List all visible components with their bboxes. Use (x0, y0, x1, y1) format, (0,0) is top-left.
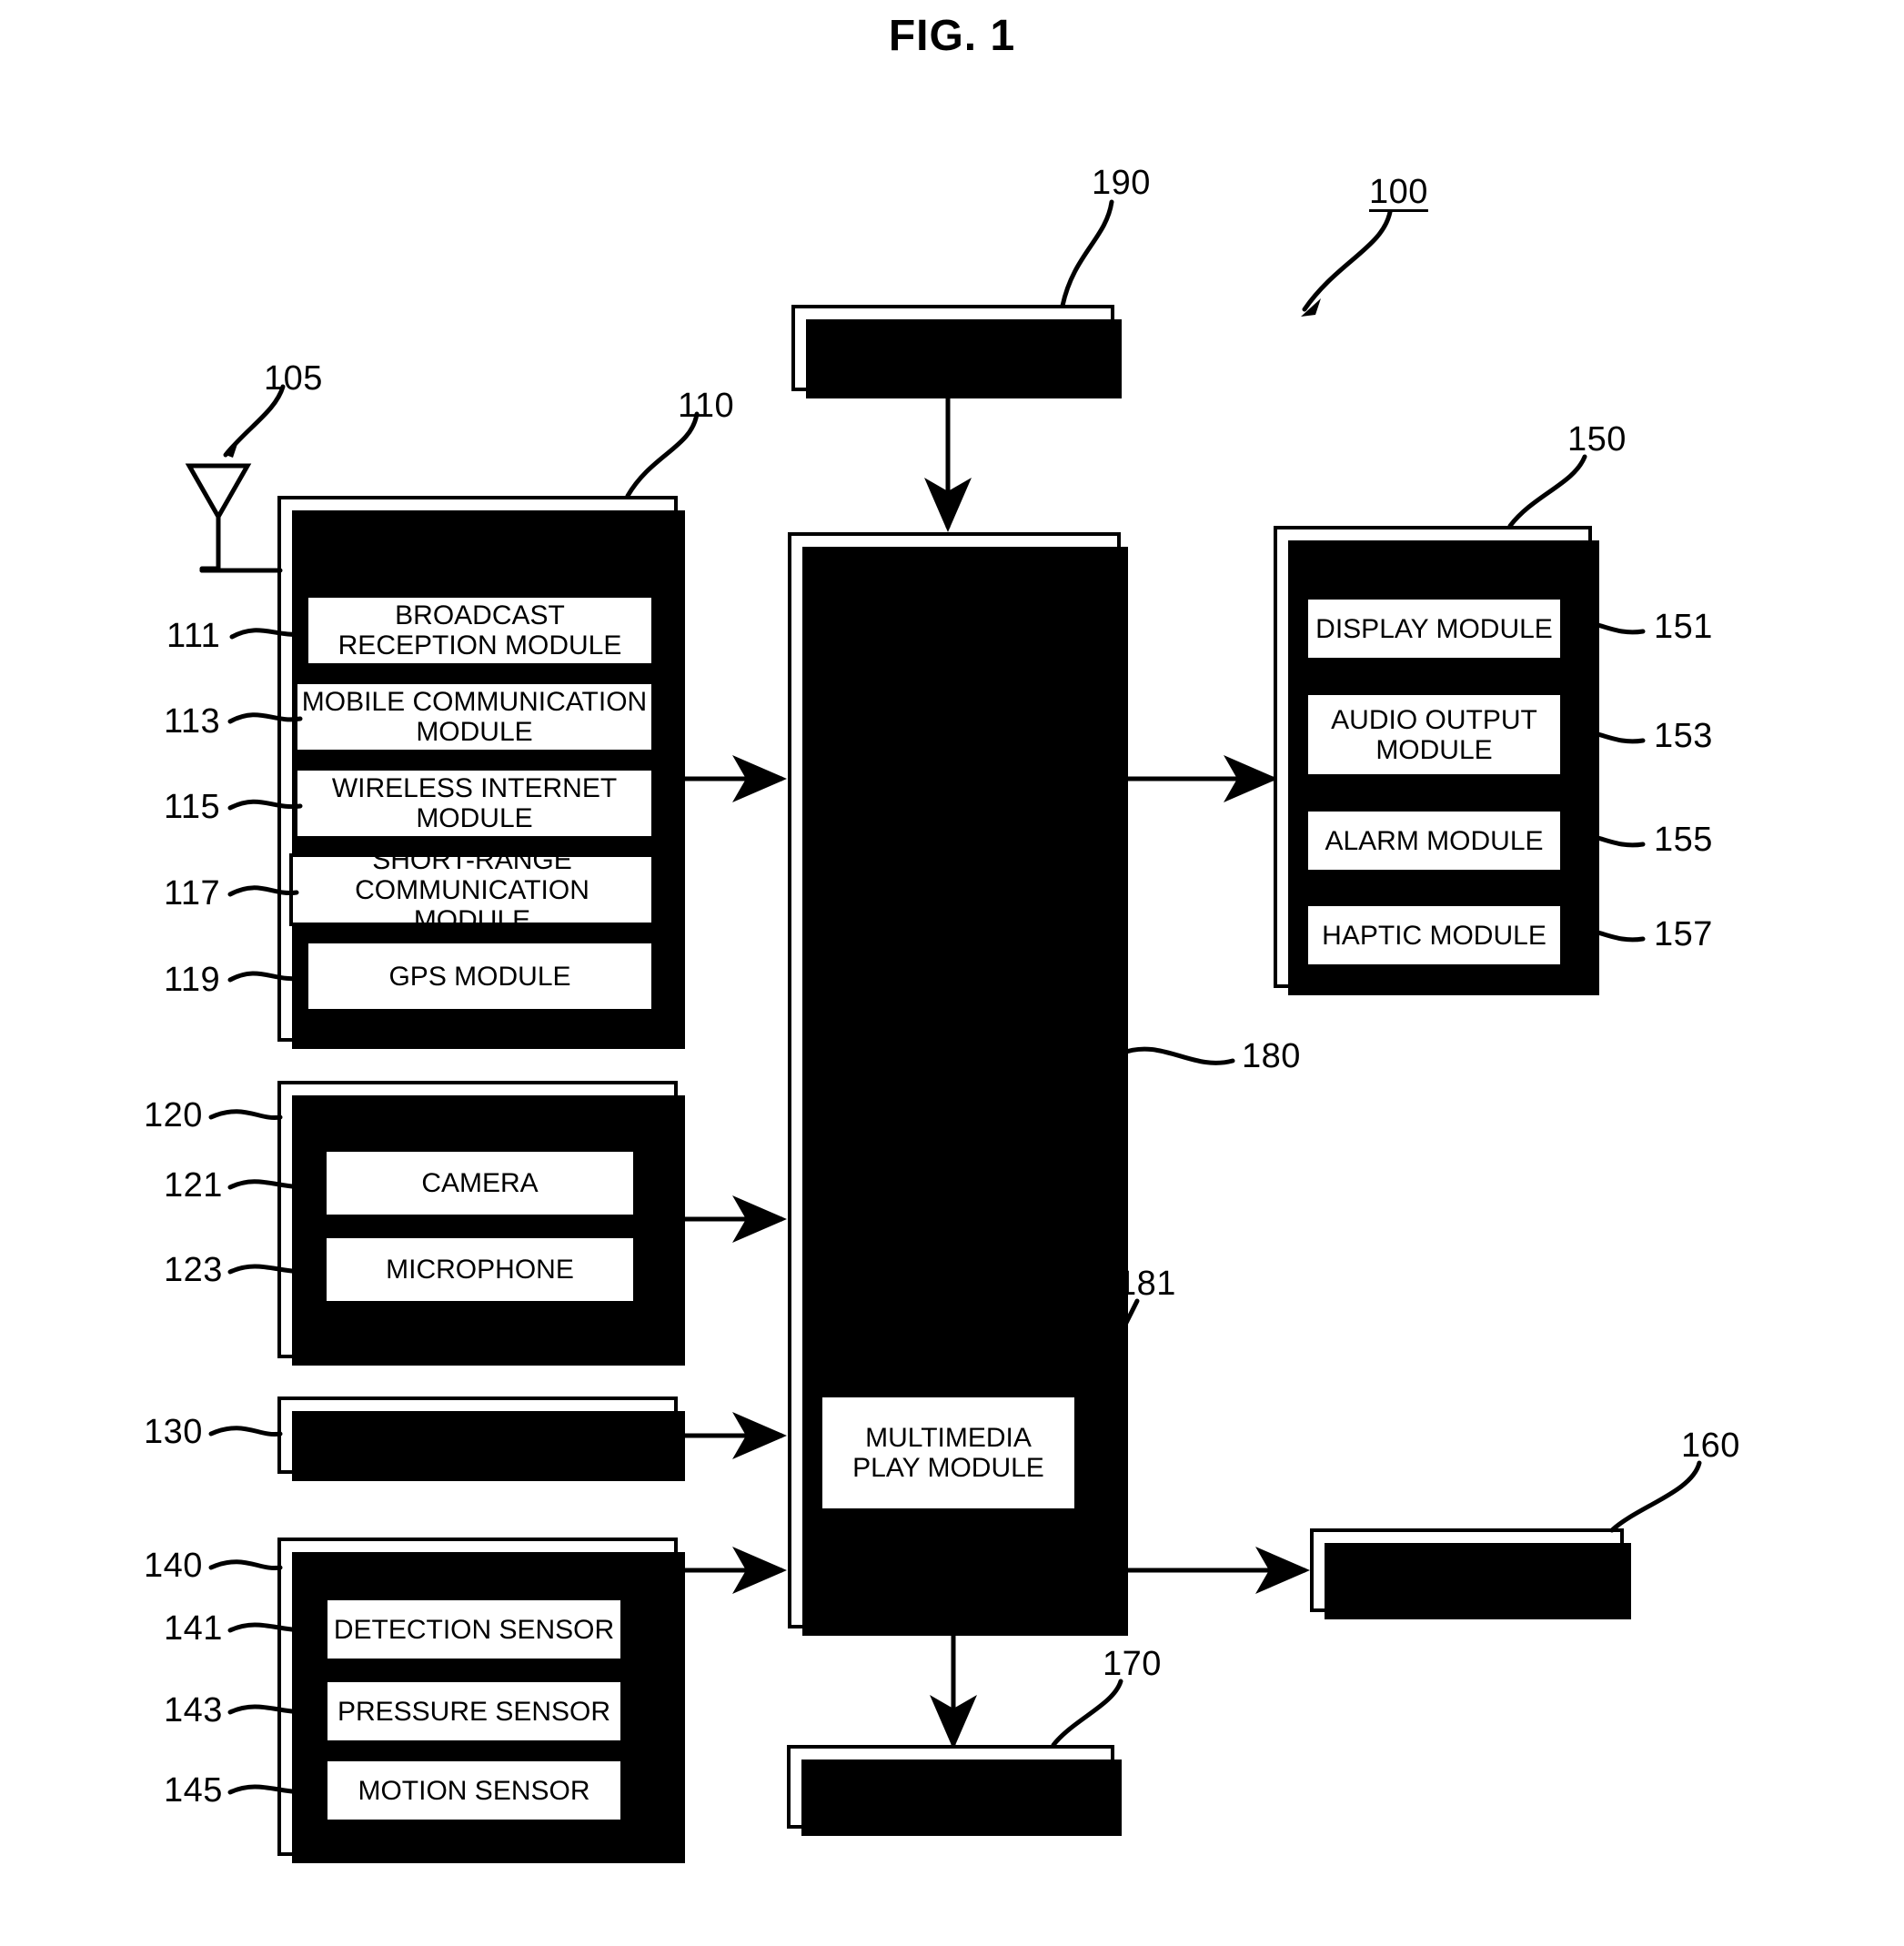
sensing-unit-title: SENSING UNIT (377, 1557, 579, 1588)
mobile-communication-module-label-line2: MODULE (416, 717, 533, 747)
mobile-communication-module-label-line1: MOBILE COMMUNICATION (301, 687, 648, 717)
gps-module-box: GPS MODULE (305, 940, 655, 1013)
motion-sensor-label: MOTION SENSOR (358, 1775, 590, 1806)
leader-110 (625, 411, 700, 499)
user-input-unit-box: USER INPUT UNIT (277, 1396, 685, 1481)
display-module-label: DISPLAY MODULE (1315, 613, 1553, 644)
memory-box: MEMORY (1310, 1528, 1631, 1619)
detection-sensor-box: DETECTION SENSOR (324, 1597, 624, 1662)
power-supply-unit-label: POWER SUPPLY UNIT (809, 332, 1097, 363)
ref-145: 145 (164, 1771, 223, 1810)
antenna-icon (185, 463, 283, 573)
leader-180 (1118, 1046, 1235, 1065)
leader-190 (1060, 199, 1114, 308)
wireless-communication-unit-title-line2: COMMUNICATION UNIT (319, 546, 636, 579)
broadcast-reception-module-label-line1: BROADCAST (395, 600, 565, 630)
ref-130: 130 (144, 1413, 203, 1451)
figure-canvas: FIG. 1 POWER SUPPLY UNIT WIRELESS COMMUN… (0, 0, 1904, 1946)
leader-140 (208, 1559, 283, 1571)
microphone-box: MICROPHONE (323, 1235, 637, 1305)
controller-label: CONTROLLER (858, 1031, 1051, 1063)
ref-153: 153 (1654, 717, 1713, 755)
wireless-communication-unit-title-line1: WIRELESS (404, 515, 551, 547)
audio-output-module-label-line2: MODULE (1375, 734, 1493, 765)
ref-190: 190 (1092, 164, 1151, 202)
short-range-communication-module-box: SHORT-RANGE COMMUNICATION MODULE (289, 845, 655, 935)
leader-150 (1507, 454, 1587, 529)
audio-output-module-label-line1: AUDIO OUTPUT (1331, 704, 1537, 735)
ref-155: 155 (1654, 821, 1713, 859)
ref-117: 117 (164, 874, 221, 913)
motion-sensor-box: MOTION SENSOR (324, 1758, 624, 1823)
user-input-unit-label: USER INPUT UNIT (359, 1419, 596, 1450)
mobile-communication-module-box: MOBILE COMMUNICATION MODULE (294, 681, 655, 753)
haptic-module-box: HAPTIC MODULE (1305, 902, 1564, 968)
ref-115: 115 (164, 788, 221, 826)
ref-181: 181 (1117, 1265, 1176, 1303)
leader-100 (1302, 209, 1393, 312)
ref-160: 160 (1681, 1427, 1740, 1465)
wireless-internet-module-label-line2: MODULE (416, 803, 533, 833)
interface-unit-box: INTERFACE UNIT (787, 1745, 1122, 1836)
ref-157: 157 (1654, 915, 1713, 953)
ref-140: 140 (144, 1547, 203, 1585)
ref-121: 121 (164, 1166, 223, 1205)
camera-label: CAMERA (421, 1168, 539, 1198)
multimedia-play-module-label-line2: PLAY MODULE (852, 1453, 1044, 1483)
broadcast-reception-module-box: BROADCAST RECEPTION MODULE (305, 594, 655, 667)
ref-123: 123 (164, 1251, 223, 1289)
figure-title: FIG. 1 (888, 12, 1016, 60)
multimedia-play-module-label-line1: MULTIMEDIA (865, 1423, 1032, 1453)
short-range-communication-module-label-line1: SHORT-RANGE (372, 844, 572, 875)
gps-module-label: GPS MODULE (388, 961, 571, 992)
ref-111: 111 (166, 617, 221, 655)
output-unit-title: OUTPUT UNIT (1338, 543, 1527, 575)
pressure-sensor-box: PRESSURE SENSOR (324, 1679, 624, 1744)
haptic-module-label: HAPTIC MODULE (1322, 920, 1546, 951)
multimedia-play-module-box: MULTIMEDIA PLAY MODULE (819, 1394, 1078, 1512)
leader-160 (1609, 1460, 1702, 1533)
av-input-unit-title: A/V INPUT UNIT (372, 1102, 583, 1134)
ref-113: 113 (164, 702, 221, 741)
av-input-unit-box: A/V INPUT UNIT (277, 1081, 685, 1366)
audio-output-module-box: AUDIO OUTPUT MODULE (1305, 691, 1564, 778)
broadcast-reception-module-label-line2: RECEPTION MODULE (337, 630, 622, 660)
ref-180: 180 (1242, 1037, 1301, 1075)
wireless-internet-module-box: WIRELESS INTERNET MODULE (294, 767, 655, 840)
microphone-label: MICROPHONE (386, 1255, 574, 1285)
detection-sensor-label: DETECTION SENSOR (333, 1614, 615, 1645)
ref-141: 141 (164, 1609, 223, 1648)
interface-unit-label: INTERFACE UNIT (838, 1771, 1063, 1802)
alarm-module-label: ALARM MODULE (1325, 825, 1544, 856)
short-range-communication-module-label-line2: COMMUNICATION MODULE (355, 874, 589, 935)
leader-120 (208, 1109, 283, 1121)
ref-151: 151 (1654, 608, 1713, 646)
display-module-box: DISPLAY MODULE (1305, 596, 1564, 661)
ref-143: 143 (164, 1691, 223, 1729)
memory-label: MEMORY (1405, 1555, 1528, 1586)
ref-100: 100 (1369, 173, 1428, 211)
power-supply-unit-box: POWER SUPPLY UNIT (791, 305, 1122, 398)
leader-170 (1051, 1679, 1123, 1748)
pressure-sensor-label: PRESSURE SENSOR (337, 1696, 611, 1727)
camera-box: CAMERA (323, 1148, 637, 1218)
alarm-module-box: ALARM MODULE (1305, 808, 1564, 873)
ref-110: 110 (678, 387, 735, 425)
leader-130 (208, 1426, 283, 1437)
ref-105: 105 (264, 359, 323, 398)
ref-170: 170 (1103, 1645, 1162, 1683)
ref-119: 119 (164, 961, 221, 999)
wireless-internet-module-label-line1: WIRELESS INTERNET (331, 773, 618, 803)
ref-120: 120 (144, 1096, 203, 1134)
ref-150: 150 (1567, 420, 1627, 459)
